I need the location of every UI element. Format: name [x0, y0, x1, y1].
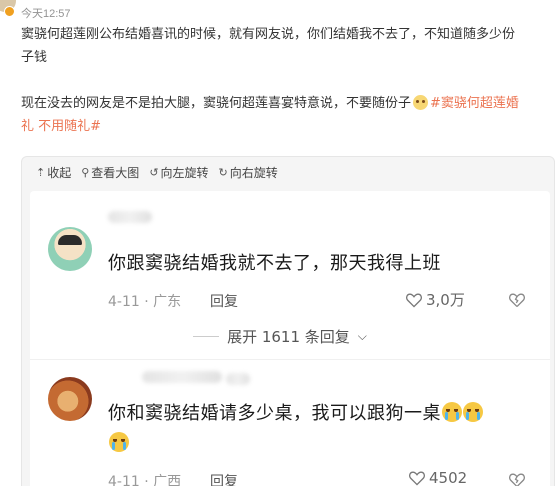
- divider-line: [193, 335, 220, 337]
- chevron-down-icon: ⌵: [357, 328, 367, 343]
- blurred-username: [142, 371, 222, 383]
- reply-label: 回复: [210, 474, 238, 486]
- heart-icon: [409, 471, 425, 486]
- cry-emoji-icon: [442, 402, 462, 422]
- post-line: 子钱: [21, 50, 48, 65]
- magnifier-icon: ⚲: [81, 165, 90, 179]
- rotate-right-button[interactable]: ↻ 向右旋转: [219, 164, 278, 181]
- like-count: 4502: [408, 469, 467, 486]
- like-count-text: 3,0万: [426, 291, 465, 309]
- post-line: 礼 不用随礼#: [21, 115, 555, 138]
- comment-screenshot[interactable]: 你跟窦骁结婚我就不去了，那天我得上班 4-11 · 广东 回复 3,0万 展开 …: [30, 191, 550, 486]
- expand-replies-label: 展开 1611 条回复: [227, 327, 350, 346]
- image-toolbar: ⇡ 收起 ⚲ 查看大图 ↺ 向左旋转 ↻ 向右旋转: [22, 157, 556, 187]
- comment-text: 你跟窦骁结婚我就不去了，那天我得上班: [108, 253, 441, 274]
- cat-emoji-icon: [413, 95, 429, 110]
- meta-separator: ·: [139, 474, 154, 486]
- topic-link-continued[interactable]: 礼 不用随礼#: [21, 119, 101, 134]
- arrow-up-icon: ⇡: [36, 165, 46, 179]
- view-large-button[interactable]: ⚲ 查看大图: [81, 164, 139, 181]
- post-line-text: 现在没去的网友是不是拍大腿，窦骁何超莲喜宴特意说，不要随份子: [21, 96, 412, 111]
- comment-text-body: 你和窦骁结婚请多少桌，我可以跟狗一桌: [108, 403, 441, 424]
- rotate-left-icon: ↺: [149, 165, 159, 179]
- commenter-avatar: [48, 227, 92, 271]
- comment-location: 广西: [153, 474, 182, 486]
- comment-date: 4-11: [108, 294, 140, 310]
- comment-divider: [30, 359, 550, 360]
- like-count-text: 4502: [429, 469, 468, 486]
- meta-separator: ·: [139, 294, 154, 310]
- reply-label: 回复: [210, 294, 238, 310]
- collapse-button[interactable]: ⇡ 收起: [36, 164, 71, 181]
- broken-heart-icon: [509, 293, 525, 308]
- rotate-right-label: 向右旋转: [229, 165, 278, 180]
- expand-replies: 展开 1611 条回复 ⌵: [130, 326, 430, 346]
- view-large-label: 查看大图: [91, 165, 140, 180]
- post-line: 现在没去的网友是不是拍大腿，窦骁何超莲喜宴特意说，不要随份子 #窦骁何超莲婚: [21, 92, 555, 115]
- post-line: 窦骁何超莲刚公布结婚喜讯的时候，就有网友说，你们结婚我不去了，不知道随多少份: [21, 27, 516, 42]
- broken-heart-icon: [509, 473, 525, 486]
- topic-link[interactable]: #窦骁何超莲婚: [430, 96, 519, 111]
- rotate-left-button[interactable]: ↺ 向左旋转: [149, 164, 208, 181]
- post-body: 窦骁何超莲刚公布结婚喜讯的时候，就有网友说，你们结婚我不去了，不知道随多少份 子…: [21, 23, 555, 138]
- post-header: 今天12:57: [0, 0, 560, 22]
- heart-icon: [406, 293, 422, 307]
- rotate-right-icon: ↻: [218, 165, 228, 179]
- comment-meta: 4-11 · 广东: [108, 291, 181, 311]
- commenter-avatar: [48, 377, 92, 421]
- media-card: ⇡ 收起 ⚲ 查看大图 ↺ 向左旋转 ↻ 向右旋转 你跟窦骁结婚我就不去了，那天…: [21, 156, 555, 486]
- like-count: 3,0万: [405, 289, 465, 310]
- collapse-label: 收起: [47, 165, 72, 180]
- rotate-left-label: 向左旋转: [160, 165, 209, 180]
- comment-meta: 4-11 · 广西: [108, 471, 181, 486]
- comment-text: 你和窦骁结婚请多少桌，我可以跟狗一桌: [108, 399, 528, 459]
- cry-emoji-icon: [109, 432, 129, 452]
- verified-badge-icon: [4, 6, 15, 17]
- post-time: 今天12:57: [21, 8, 71, 20]
- blurred-badge: [226, 373, 250, 385]
- cry-emoji-icon: [463, 402, 483, 422]
- comment-location: 广东: [153, 294, 182, 310]
- comment-date: 4-11: [108, 474, 140, 486]
- blurred-username: [108, 211, 152, 223]
